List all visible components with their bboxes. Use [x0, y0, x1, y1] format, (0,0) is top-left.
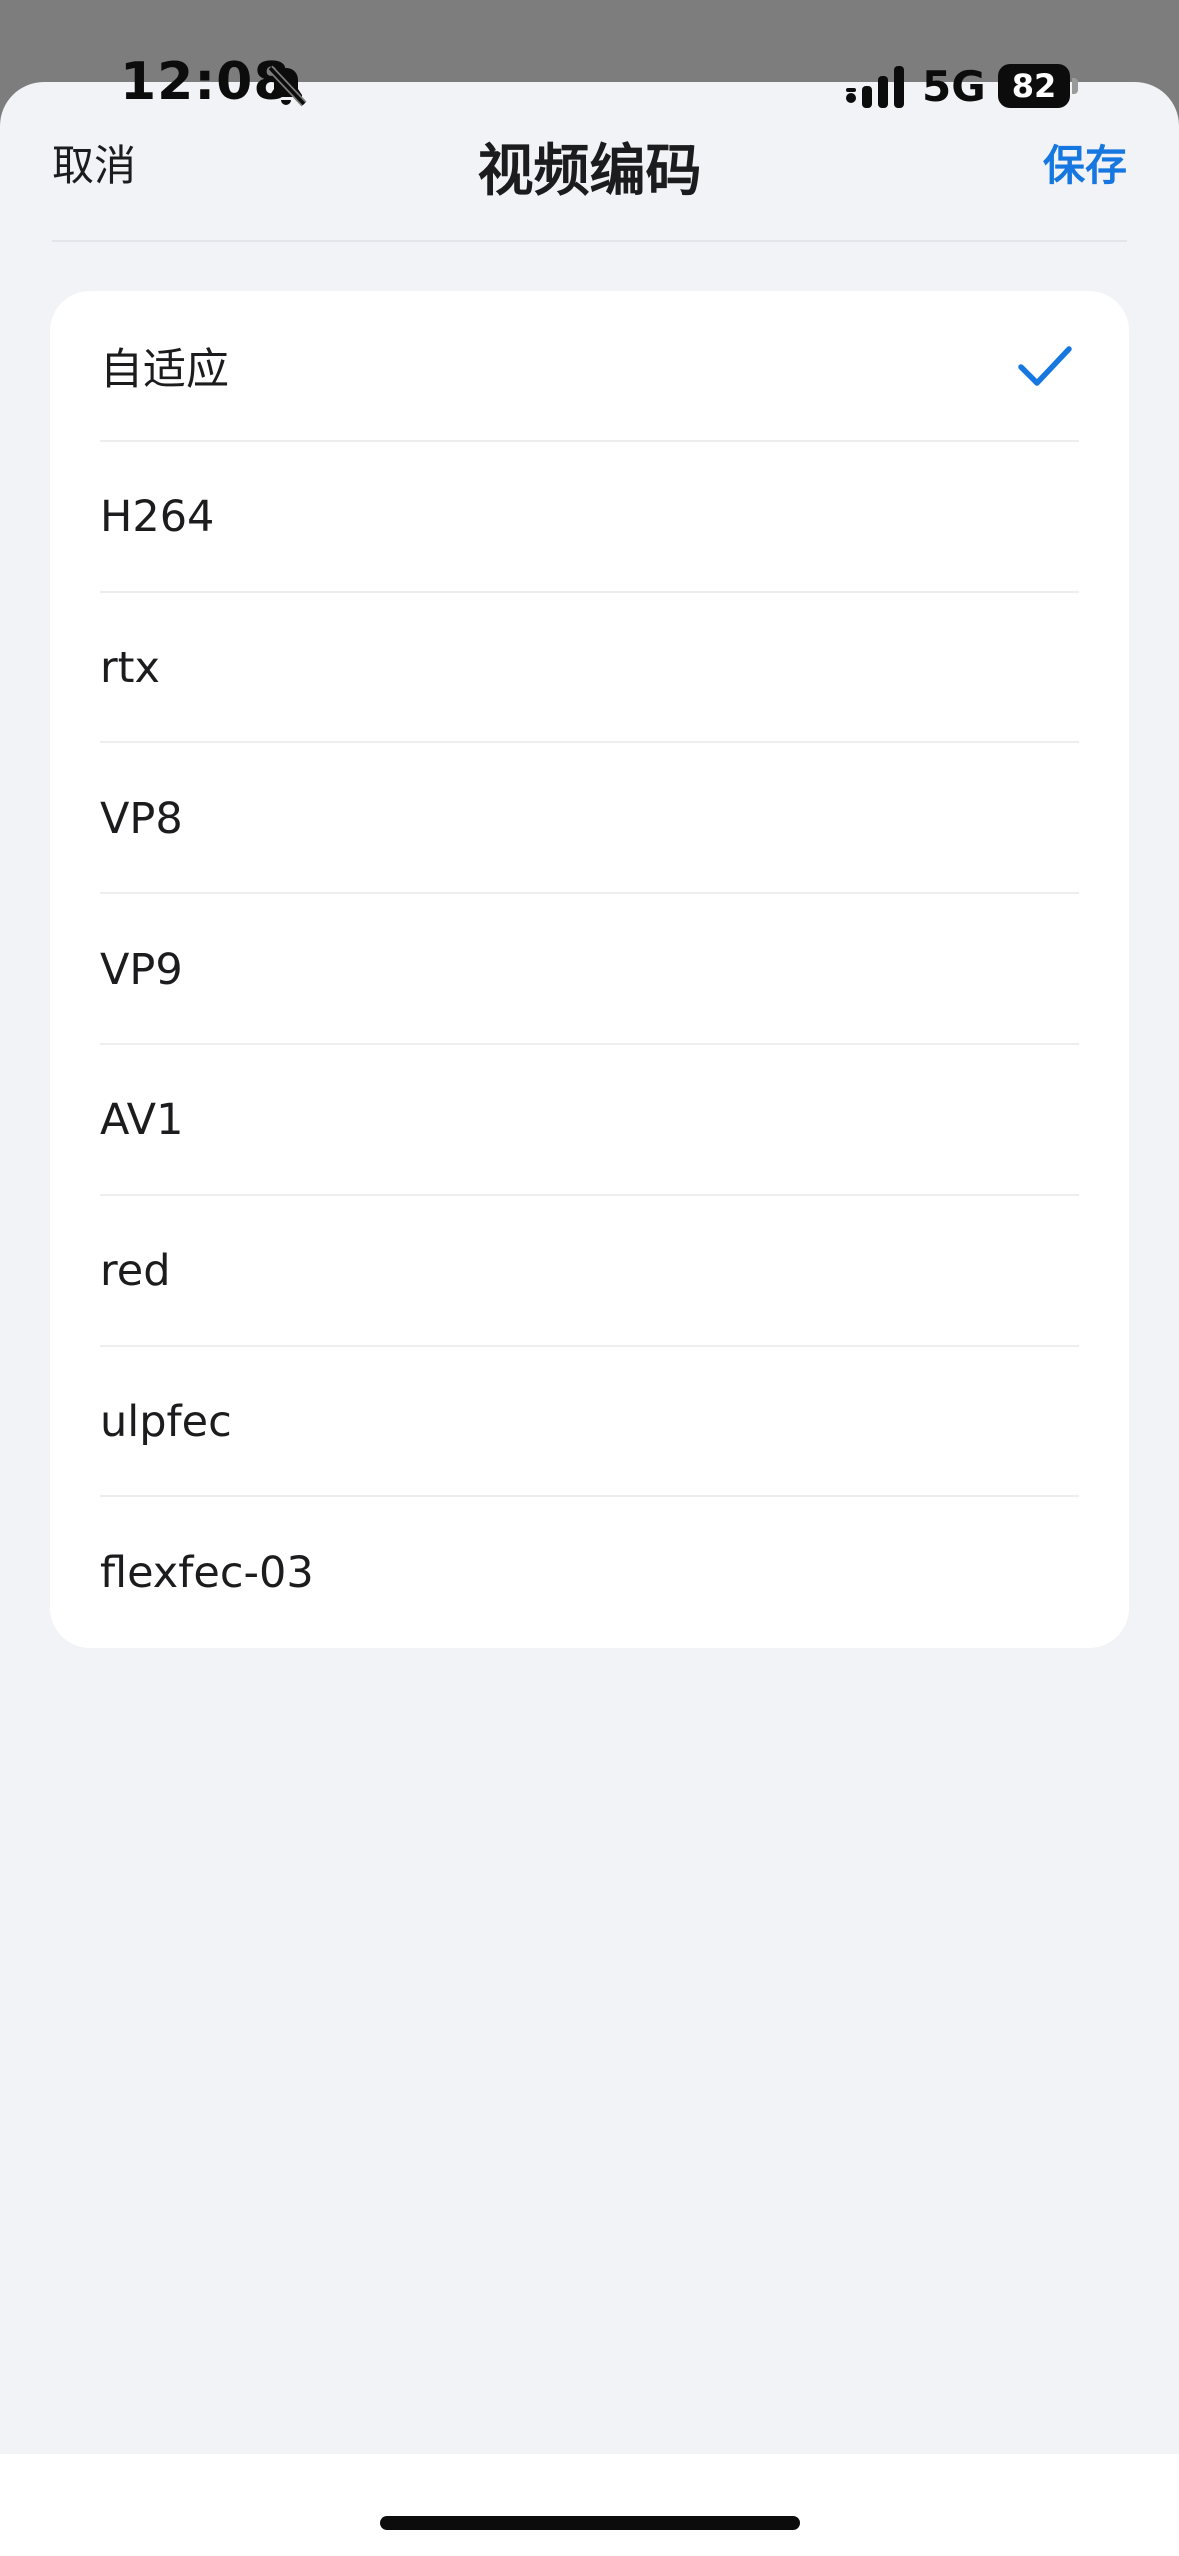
option-label: ulpfec [100, 1396, 232, 1447]
option-row-adaptive[interactable]: 自适应 [50, 291, 1129, 442]
video-codec-sheet: 取消 视频编码 保存 自适应 H264 rtx VP8 VP9 AV1 red [0, 82, 1179, 2556]
option-row-av1[interactable]: AV1 [50, 1045, 1129, 1196]
option-row-vp8[interactable]: VP8 [50, 743, 1129, 894]
option-row-red[interactable]: red [50, 1196, 1129, 1347]
network-label: 5G [922, 62, 986, 111]
signal-icon [846, 66, 904, 108]
bell-slash-icon [267, 65, 307, 107]
battery-level: 82 [998, 64, 1070, 108]
option-row-vp9[interactable]: VP9 [50, 894, 1129, 1045]
home-indicator-area [0, 2454, 1179, 2556]
option-label: red [100, 1246, 171, 1297]
option-label: rtx [100, 642, 160, 693]
option-label: H264 [100, 492, 215, 543]
option-label: flexfec-03 [100, 1547, 314, 1598]
option-row-rtx[interactable]: rtx [50, 593, 1129, 744]
header-divider [52, 240, 1127, 242]
option-label: VP8 [100, 793, 183, 844]
battery-cap [1072, 78, 1078, 94]
option-label: VP9 [100, 944, 183, 995]
option-row-ulpfec[interactable]: ulpfec [50, 1347, 1129, 1498]
codec-option-list: 自适应 H264 rtx VP8 VP9 AV1 red ulpfec flex… [50, 291, 1129, 1648]
battery-icon: 82 [998, 64, 1080, 108]
option-label: AV1 [100, 1095, 184, 1146]
checkmark-icon [1018, 346, 1072, 387]
option-row-h264[interactable]: H264 [50, 442, 1129, 593]
option-row-flexfec[interactable]: flexfec-03 [50, 1497, 1129, 1648]
home-indicator[interactable] [380, 2516, 800, 2530]
status-bar: 12:08 5G 82 [0, 0, 1179, 170]
option-label: 自适应 [100, 345, 229, 396]
